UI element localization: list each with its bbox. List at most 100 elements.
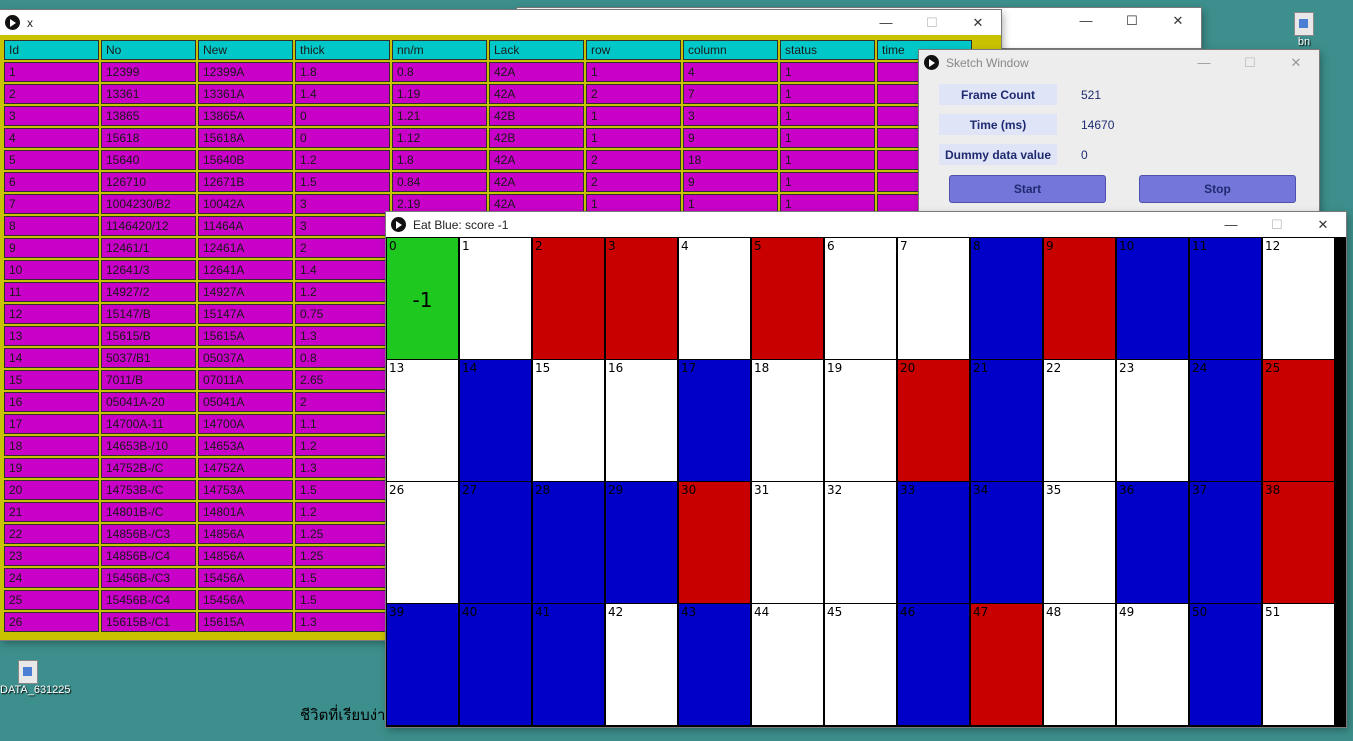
table-cell[interactable]: 15147A xyxy=(198,304,293,324)
table-cell[interactable]: 9 xyxy=(683,128,778,148)
table-cell[interactable]: 05041A xyxy=(198,392,293,412)
table-cell[interactable]: 1 xyxy=(780,150,875,170)
table-cell[interactable]: 1 xyxy=(780,84,875,104)
table-cell[interactable]: 21 xyxy=(4,502,99,522)
table-cell[interactable]: 14856A xyxy=(198,546,293,566)
table-cell[interactable]: 1.25 xyxy=(295,546,390,566)
table-cell[interactable]: 16 xyxy=(4,392,99,412)
table-cell[interactable]: 1 xyxy=(586,106,681,126)
table-row[interactable]: 5 15640 15640B 1.2 1.8 42A 2 18 1 xyxy=(4,150,972,170)
table-cell[interactable]: 15456A xyxy=(198,568,293,588)
table-cell[interactable]: 05037A xyxy=(198,348,293,368)
grid-cell[interactable]: 34 xyxy=(971,482,1042,603)
table-cell[interactable]: 3 xyxy=(295,216,390,236)
grid-cell[interactable]: 35 xyxy=(1044,482,1115,603)
table-cell[interactable]: 20 xyxy=(4,480,99,500)
column-header[interactable]: Lack xyxy=(489,40,584,60)
table-cell[interactable]: 14856B-/C3 xyxy=(101,524,196,544)
table-cell[interactable]: 15615B-/C1 xyxy=(101,612,196,632)
grid-cell[interactable]: 27 xyxy=(460,482,531,603)
table-cell[interactable]: 0.75 xyxy=(295,304,390,324)
table-cell[interactable]: 12399A xyxy=(198,62,293,82)
table-cell[interactable]: 2 xyxy=(4,84,99,104)
grid-cell[interactable]: 43 xyxy=(679,604,750,725)
grid-cell[interactable]: 50 xyxy=(1190,604,1261,725)
close-icon[interactable]: ✕ xyxy=(1300,212,1346,237)
grid-cell[interactable]: 7 xyxy=(898,238,969,359)
table-cell[interactable]: 1 xyxy=(780,62,875,82)
table-cell[interactable]: 10042A xyxy=(198,194,293,214)
table-cell[interactable]: 1146420/12 xyxy=(101,216,196,236)
table-cell[interactable]: 1 xyxy=(780,172,875,192)
minimize-icon[interactable]: — xyxy=(1181,50,1227,75)
table-cell[interactable]: 1.3 xyxy=(295,326,390,346)
table-cell[interactable]: 5037/B1 xyxy=(101,348,196,368)
grid-cell[interactable]: 40 xyxy=(460,604,531,725)
table-cell[interactable]: 15618 xyxy=(101,128,196,148)
table-row[interactable]: 6 126710 12671B 1.5 0.84 42A 2 9 1 xyxy=(4,172,972,192)
table-cell[interactable]: 15640 xyxy=(101,150,196,170)
table-cell[interactable]: 1.8 xyxy=(392,150,487,170)
title-bar[interactable]: Eat Blue: score -1 — ☐ ✕ xyxy=(386,212,1346,237)
table-cell[interactable]: 25 xyxy=(4,590,99,610)
table-cell[interactable]: 7 xyxy=(4,194,99,214)
table-cell[interactable]: 23 xyxy=(4,546,99,566)
maximize-icon[interactable]: ☐ xyxy=(1109,8,1155,33)
table-cell[interactable]: 2.65 xyxy=(295,370,390,390)
grid-cell[interactable]: 8 xyxy=(971,238,1042,359)
title-bar[interactable]: x — ☐ ✕ xyxy=(0,10,1001,35)
minimize-icon[interactable]: — xyxy=(1208,212,1254,237)
table-cell[interactable]: 2 xyxy=(586,84,681,104)
grid-cell[interactable]: 36 xyxy=(1117,482,1188,603)
table-cell[interactable]: 15640B xyxy=(198,150,293,170)
table-cell[interactable]: 12641A xyxy=(198,260,293,280)
table-cell[interactable]: 14 xyxy=(4,348,99,368)
table-cell[interactable]: 3 xyxy=(683,106,778,126)
column-header[interactable]: row xyxy=(586,40,681,60)
table-cell[interactable]: 1 xyxy=(586,128,681,148)
grid-cell[interactable]: 47 xyxy=(971,604,1042,725)
table-cell[interactable]: 14700A-11 xyxy=(101,414,196,434)
grid-cell[interactable]: 4 xyxy=(679,238,750,359)
table-cell[interactable]: 2 xyxy=(295,238,390,258)
game-grid[interactable]: 0 -1 1 2 3 4 5 6 7 8 9 10 11 12 13 14 15 16 17 18 19 20 21 22 23… xyxy=(387,238,1335,726)
grid-cell[interactable]: 28 xyxy=(533,482,604,603)
grid-cell[interactable]: 19 xyxy=(825,360,896,481)
table-cell[interactable]: 12461/1 xyxy=(101,238,196,258)
table-cell[interactable]: 05041A-20 xyxy=(101,392,196,412)
column-header[interactable]: nn/m xyxy=(392,40,487,60)
table-cell[interactable]: 13361A xyxy=(198,84,293,104)
table-cell[interactable]: 1.5 xyxy=(295,172,390,192)
grid-cell[interactable]: 9 xyxy=(1044,238,1115,359)
grid-cell[interactable]: 49 xyxy=(1117,604,1188,725)
grid-cell[interactable]: 15 xyxy=(533,360,604,481)
grid-cell[interactable]: 0 -1 xyxy=(387,238,458,359)
table-cell[interactable]: 12671B xyxy=(198,172,293,192)
table-cell[interactable]: 1.8 xyxy=(295,62,390,82)
table-cell[interactable]: 17 xyxy=(4,414,99,434)
grid-cell[interactable]: 23 xyxy=(1117,360,1188,481)
table-cell[interactable]: 126710 xyxy=(101,172,196,192)
table-row[interactable]: 2 13361 13361A 1.4 1.19 42A 2 7 1 xyxy=(4,84,972,104)
table-cell[interactable]: 14801B-/C xyxy=(101,502,196,522)
table-cell[interactable]: 1.4 xyxy=(295,260,390,280)
table-cell[interactable]: 22 xyxy=(4,524,99,544)
table-cell[interactable]: 07011A xyxy=(198,370,293,390)
table-cell[interactable]: 42B xyxy=(489,128,584,148)
grid-cell[interactable]: 45 xyxy=(825,604,896,725)
table-cell[interactable]: 8 xyxy=(4,216,99,236)
grid-cell[interactable]: 46 xyxy=(898,604,969,725)
table-cell[interactable]: 11 xyxy=(4,282,99,302)
grid-cell[interactable]: 38 xyxy=(1263,482,1334,603)
table-cell[interactable]: 9 xyxy=(683,172,778,192)
table-cell[interactable]: 1 xyxy=(4,62,99,82)
table-cell[interactable]: 12399 xyxy=(101,62,196,82)
table-row[interactable]: 7 1004230/B2 10042A 3 2.19 42A 1 1 1 xyxy=(4,194,972,214)
grid-cell[interactable]: 31 xyxy=(752,482,823,603)
table-cell[interactable]: 15615/B xyxy=(101,326,196,346)
table-cell[interactable]: 42A xyxy=(489,194,584,214)
table-cell[interactable]: 1.1 xyxy=(295,414,390,434)
grid-cell[interactable]: 20 xyxy=(898,360,969,481)
table-row[interactable]: 3 13865 13865A 0 1.21 42B 1 3 1 xyxy=(4,106,972,126)
table-cell[interactable]: 1.21 xyxy=(392,106,487,126)
